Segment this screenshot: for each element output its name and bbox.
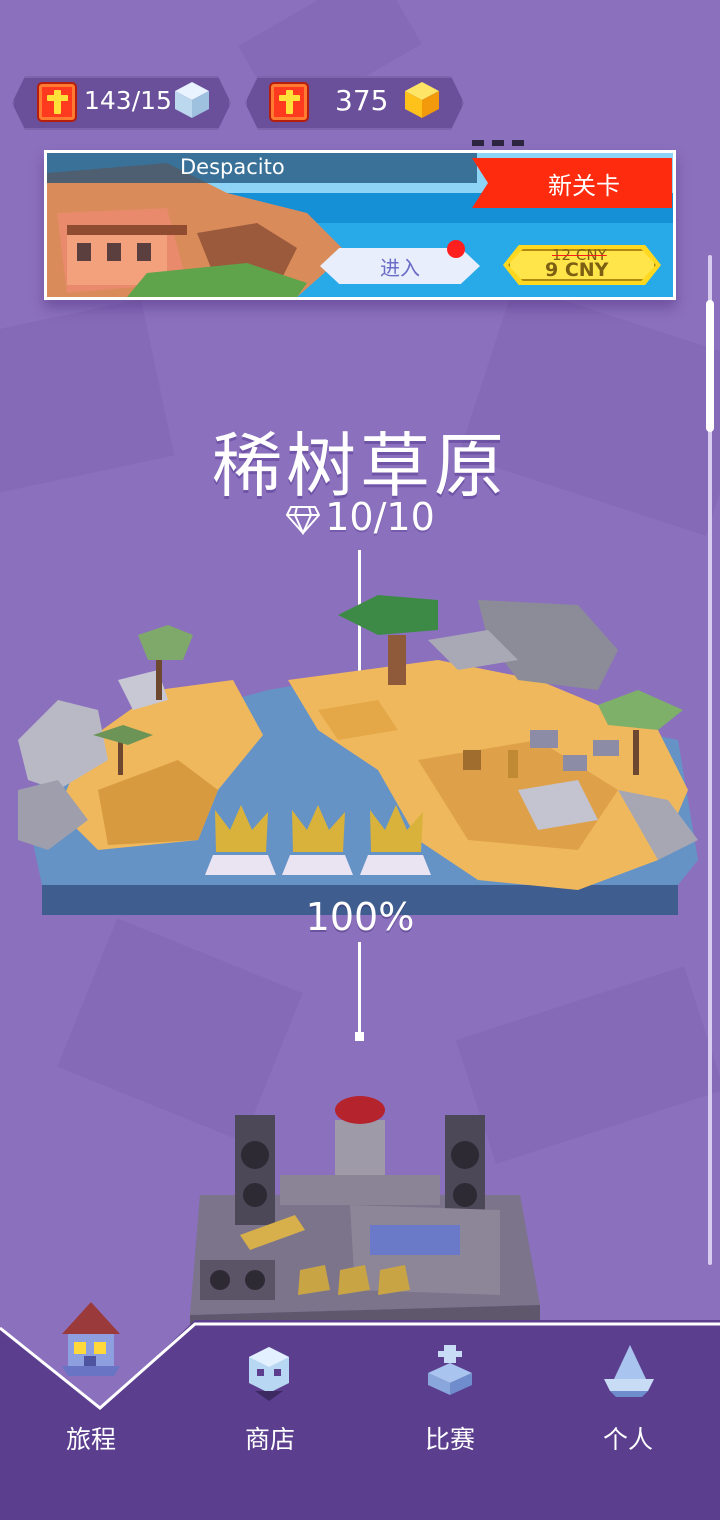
next-level-stage[interactable] <box>180 1085 550 1325</box>
progress-dot <box>355 1032 364 1041</box>
nav-item-shop[interactable]: 商店 <box>210 1420 330 1456</box>
cube-icon <box>175 82 209 118</box>
lives-value: 143/15 <box>84 86 172 115</box>
nav-item-journey[interactable]: 旅程 <box>31 1420 151 1456</box>
contest-icon[interactable] <box>424 1343 476 1401</box>
nav-item-profile[interactable]: 个人 <box>568 1420 688 1456</box>
savanna-island[interactable] <box>18 590 708 920</box>
level-progress: 100% <box>305 895 415 939</box>
nav-item-contest[interactable]: 比赛 <box>390 1420 510 1456</box>
gold-cube-icon <box>405 82 439 118</box>
shop-skull-icon[interactable] <box>245 1343 293 1403</box>
progress-line <box>358 942 361 1037</box>
diamond-icon <box>286 505 321 535</box>
gem-counter: 10/10 <box>0 495 720 539</box>
cross-icon <box>269 82 309 122</box>
notification-dot <box>447 240 465 258</box>
coins-value: 375 <box>335 84 389 117</box>
cross-icon <box>37 82 77 122</box>
gem-value: 10/10 <box>325 495 435 539</box>
journey-house-icon[interactable] <box>60 1300 122 1380</box>
new-price: 9 CNY <box>545 259 609 281</box>
decor-ticks <box>472 140 524 146</box>
banner-song-title: Despacito <box>180 155 285 179</box>
profile-wizard-hat-icon[interactable] <box>602 1343 656 1399</box>
new-level-badge: 新关卡 <box>472 158 672 208</box>
